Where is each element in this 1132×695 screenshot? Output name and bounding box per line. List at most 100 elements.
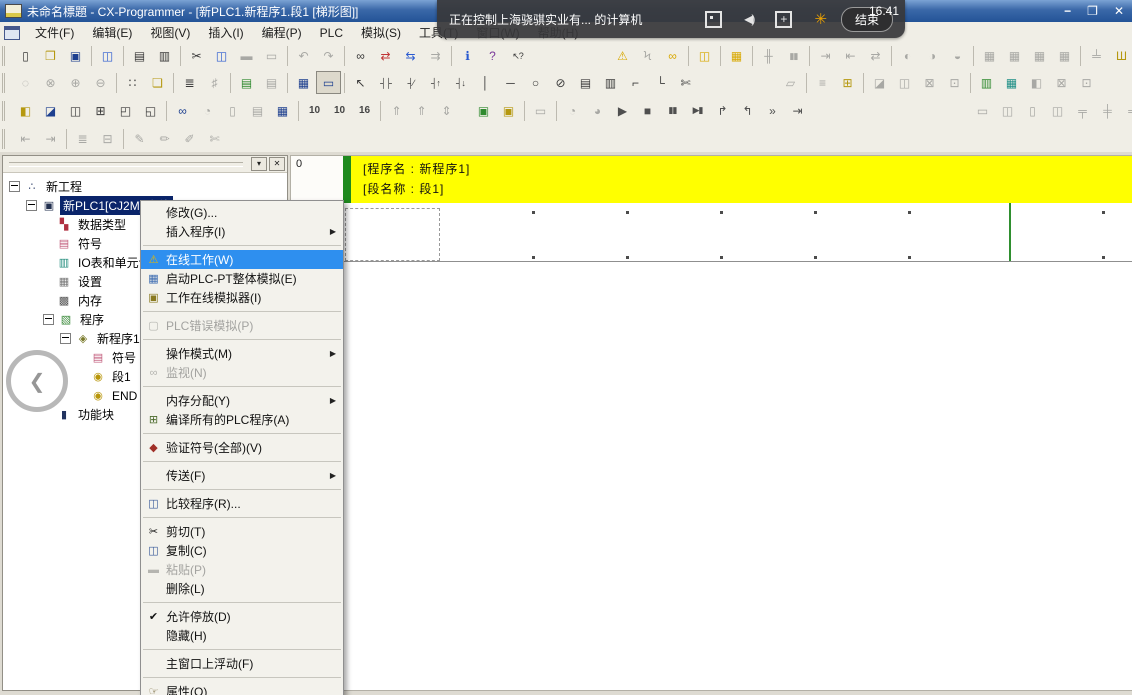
sim-stop-button[interactable]: ■ — [635, 99, 660, 122]
context-menu-allow-docking[interactable]: ✔允许停放(D) — [141, 607, 343, 626]
plc-pt-simulation-button[interactable]: ▣ — [496, 99, 521, 122]
online-simulator-button[interactable]: ▦ — [724, 45, 749, 68]
sim-step-out-button[interactable]: ↰ — [735, 99, 760, 122]
sunflower-icon[interactable]: ✳ — [814, 10, 827, 28]
sim-step-in-button[interactable]: ↱ — [710, 99, 735, 122]
fb-add-button[interactable]: ◫ — [892, 71, 917, 94]
ladder-editor[interactable]: 0 [程序名 : 新程序1] [段名称 : 段1] — [290, 155, 1132, 691]
annotate-plus-icon[interactable]: + — [775, 11, 792, 28]
context-menu-memory-allocation[interactable]: 内存分配(Y)▶ — [141, 391, 343, 410]
save-project-button[interactable]: ▣ — [63, 45, 88, 68]
window-properties-button[interactable]: ◱ — [138, 99, 163, 122]
online-edit-button[interactable]: ◫ — [692, 45, 717, 68]
new-or-contact-button[interactable]: ┤↑ — [423, 71, 448, 94]
sim-run-to-break-button[interactable]: ⇥ — [785, 99, 810, 122]
new-coil-button[interactable]: ○ — [523, 71, 548, 94]
print-preview-button[interactable]: ▥ — [152, 45, 177, 68]
menu-文件[interactable]: 文件(F) — [26, 22, 83, 43]
replace-button[interactable]: ⇄ — [373, 45, 398, 68]
overview-button[interactable]: ♯ — [202, 71, 227, 94]
fb-delete-button[interactable]: ⊠ — [917, 71, 942, 94]
collapse-expander-icon[interactable] — [43, 314, 54, 325]
context-menu-compile-all-plc-programs[interactable]: ⊞编译所有的PLC程序(A) — [141, 410, 343, 429]
context-menu-paste[interactable]: ▬粘贴(P) — [141, 560, 343, 579]
zoom-in-button[interactable]: ⊕ — [63, 71, 88, 94]
insert-rung-below-button[interactable]: ◫ — [995, 99, 1020, 122]
tile-windows-button[interactable]: ◫ — [63, 99, 88, 122]
context-menu-insert-program[interactable]: 插入程序(I)▶ — [141, 222, 343, 241]
fb-online-edit-button[interactable]: ▥ — [974, 71, 999, 94]
new-closed-coil-button[interactable]: ⊘ — [548, 71, 573, 94]
mdi-child-icon[interactable] — [4, 26, 20, 40]
watch-window-4-button[interactable]: ▦ — [1052, 45, 1077, 68]
pause-monitoring-button[interactable]: ▮▮ — [781, 45, 806, 68]
go-to-output-button[interactable]: ⇑ — [409, 99, 434, 122]
collapse-rungs-button[interactable]: ⊟ — [95, 127, 120, 150]
new-or-closed-contact-button[interactable]: ┤↓ — [448, 71, 473, 94]
menu-plc[interactable]: PLC — [311, 24, 352, 42]
sim-pause-button[interactable]: ▮▮ — [660, 99, 685, 122]
context-menu-modify[interactable]: 修改(G)... — [141, 203, 343, 222]
zoom-select-button[interactable]: ◌ — [13, 71, 38, 94]
edit-annotation-button[interactable]: ✏ — [152, 127, 177, 150]
collapse-expander-icon[interactable] — [60, 333, 71, 344]
hex-monitor-button[interactable]: 16 — [352, 99, 377, 122]
tree-close-button[interactable]: ✕ — [269, 157, 285, 171]
new-contact-button[interactable]: ┤├ — [373, 71, 398, 94]
context-menu-properties[interactable]: ☞属性(O) — [141, 682, 343, 695]
watch-button[interactable]: Ш — [1109, 45, 1132, 68]
decimal-monitor-button[interactable]: 10 — [302, 99, 327, 122]
rung-list-button[interactable]: ≣ — [70, 127, 95, 150]
speaker-icon[interactable]: ◀) — [744, 12, 753, 26]
st-editor-button[interactable]: ▦ — [999, 71, 1024, 94]
new-document-button[interactable]: ▯ — [13, 45, 38, 68]
close-button[interactable]: ✕ — [1114, 4, 1124, 18]
address-reference-button[interactable]: ◔ — [195, 99, 220, 122]
compact-rungs-button[interactable]: ▤ — [259, 71, 284, 94]
new-window-button[interactable]: ◧ — [13, 99, 38, 122]
menu-模拟[interactable]: 模拟(S) — [352, 22, 410, 43]
select-mode-button[interactable]: ↖ — [348, 71, 373, 94]
simulator-online-button[interactable]: ▣ — [471, 99, 496, 122]
context-menu-plc-error-simulation[interactable]: ▢PLC错误模拟(P) — [141, 316, 343, 335]
tree-item-new-project[interactable]: ∴新工程 — [3, 177, 287, 196]
new-closed-contact-button[interactable]: ┤∕ — [398, 71, 423, 94]
fb-edit-button[interactable]: ◪ — [867, 71, 892, 94]
force-cancel-button[interactable]: ◒ — [945, 45, 970, 68]
copy-button[interactable]: ◫ — [209, 45, 234, 68]
transfer-from-plc-button[interactable]: ⇤ — [838, 45, 863, 68]
rung-comment-list-button[interactable]: ≣ — [177, 71, 202, 94]
context-menu-copy[interactable]: ◫复制(C) — [141, 541, 343, 560]
context-help-button[interactable]: ↖? — [505, 45, 530, 68]
plc-error-simulator-button[interactable]: ▭ — [528, 99, 553, 122]
auto-online-button[interactable]: Ϟ — [635, 45, 660, 68]
new-pou-instruction-button[interactable]: ▥ — [598, 71, 623, 94]
back-nav-overlay-button[interactable]: ❮ — [6, 350, 68, 412]
fb-verify-button[interactable]: ⊡ — [1074, 71, 1099, 94]
context-menu-transfer[interactable]: 传送(F)▶ — [141, 466, 343, 485]
horizontal-line-button[interactable]: ─ — [498, 71, 523, 94]
tree-pin-button[interactable]: ▾ — [251, 157, 267, 171]
undo-button[interactable]: ↶ — [291, 45, 316, 68]
split-window-button[interactable]: ◰ — [113, 99, 138, 122]
watch-window-1-button[interactable]: ▦ — [977, 45, 1002, 68]
redo-button[interactable]: ↷ — [316, 45, 341, 68]
delete-tool-button[interactable]: ✄ — [673, 71, 698, 94]
grid-toggle-button[interactable]: ∷ — [120, 71, 145, 94]
outdent-rung-button[interactable]: ⇥ — [38, 127, 63, 150]
fb-transfer-button[interactable]: ◧ — [1024, 71, 1049, 94]
collapse-expander-icon[interactable] — [26, 200, 37, 211]
watch-window-3-button[interactable]: ▦ — [1027, 45, 1052, 68]
differential-monitor-button[interactable]: ╫ — [756, 45, 781, 68]
help-button[interactable]: ? — [480, 45, 505, 68]
arrange-windows-button[interactable]: ◪ — [38, 99, 63, 122]
context-menu-work-online-simulator[interactable]: ▣工作在线模拟器(I) — [141, 288, 343, 307]
indent-rung-button[interactable]: ⇤ — [13, 127, 38, 150]
go-to-input-button[interactable]: ⇑ — [384, 99, 409, 122]
menu-视图[interactable]: 视图(V) — [141, 22, 199, 43]
join-line-up-button[interactable]: ╤ — [1070, 99, 1095, 122]
insert-rung-above-button[interactable]: ▭ — [970, 99, 995, 122]
cross-reference-button[interactable]: ╧ — [1084, 45, 1109, 68]
edit-comment-button[interactable]: ✎ — [127, 127, 152, 150]
restore-button[interactable]: ❐ — [1087, 4, 1098, 18]
